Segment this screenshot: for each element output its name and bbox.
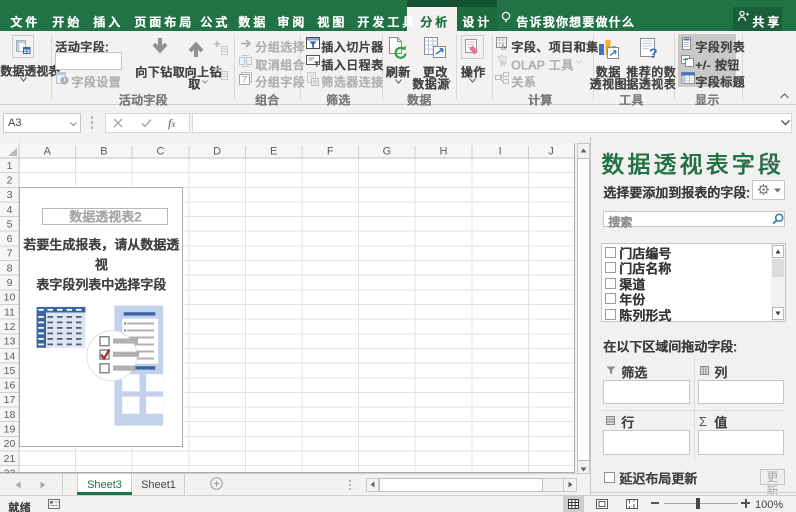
- svg-text:19: 19: [4, 424, 16, 436]
- svg-text:?: ?: [649, 45, 658, 61]
- svg-text:8: 8: [7, 262, 13, 274]
- svg-text:G: G: [383, 146, 392, 158]
- svg-text:1: 1: [7, 160, 13, 172]
- svg-text:C: C: [157, 146, 165, 158]
- svg-text:15: 15: [4, 365, 16, 377]
- svg-text:17: 17: [4, 394, 16, 406]
- svg-text:E: E: [270, 146, 277, 158]
- svg-text:I: I: [499, 146, 502, 158]
- svg-text:D: D: [213, 146, 221, 158]
- svg-text:7: 7: [242, 75, 247, 85]
- svg-text:14: 14: [4, 350, 16, 362]
- svg-text:5: 5: [7, 218, 13, 230]
- svg-text:3: 3: [7, 189, 13, 201]
- svg-text:fx: fx: [500, 59, 506, 67]
- svg-text:B: B: [100, 146, 107, 158]
- svg-text:11: 11: [4, 306, 15, 318]
- svg-text:6: 6: [7, 233, 13, 245]
- svg-text:12: 12: [4, 321, 16, 333]
- svg-text:4: 4: [7, 204, 13, 216]
- svg-text:10: 10: [4, 292, 16, 304]
- svg-text:H: H: [440, 146, 448, 158]
- svg-text:13: 13: [4, 336, 16, 348]
- svg-text:fx: fx: [501, 43, 507, 50]
- svg-text:18: 18: [4, 409, 16, 421]
- svg-text:7: 7: [7, 248, 13, 260]
- svg-text:F: F: [327, 146, 334, 158]
- svg-text:9: 9: [7, 277, 13, 289]
- svg-text:J: J: [548, 146, 554, 158]
- svg-text:16: 16: [4, 380, 16, 392]
- svg-text:20: 20: [4, 438, 16, 450]
- svg-text:21: 21: [4, 453, 16, 465]
- svg-text:2: 2: [7, 175, 13, 187]
- svg-text:A: A: [44, 146, 52, 158]
